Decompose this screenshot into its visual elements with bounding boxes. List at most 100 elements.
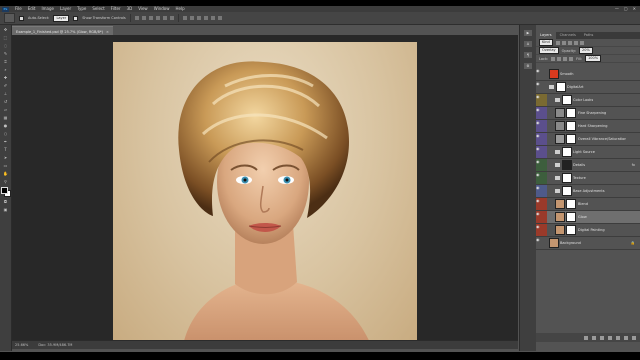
quick-select-tool-icon[interactable]: ✎: [3, 51, 9, 56]
distribute-top-icon[interactable]: [182, 16, 187, 20]
layer-mask-thumbnail[interactable]: [566, 134, 576, 144]
layer-thumbnail[interactable]: [562, 95, 572, 105]
tab-paths[interactable]: Paths: [580, 32, 598, 39]
layer-row[interactable]: ◉ Hard Sharpening: [536, 120, 640, 133]
visibility-eye-icon[interactable]: ◉: [536, 159, 540, 164]
layer-row[interactable]: ◉ Details fx: [536, 159, 640, 172]
lock-all-icon[interactable]: [569, 56, 574, 61]
layer-name[interactable]: Background: [560, 241, 581, 245]
hand-tool-icon[interactable]: ✋: [3, 171, 9, 176]
folder-icon[interactable]: [555, 189, 560, 193]
layer-name[interactable]: Blend: [578, 202, 588, 206]
screen-mode-icon[interactable]: ▣: [3, 207, 9, 212]
layer-row[interactable]: ◉ Color Looks: [536, 94, 640, 107]
visibility-eye-icon[interactable]: ◉: [536, 211, 540, 216]
fill-field[interactable]: 100%: [585, 55, 602, 62]
new-layer-icon[interactable]: [624, 335, 628, 340]
layer-thumbnail[interactable]: [549, 69, 559, 79]
layer-name[interactable]: Glow: [578, 215, 587, 219]
visibility-eye-icon[interactable]: ◉: [536, 224, 540, 229]
layer-name[interactable]: DigitalArt: [567, 85, 584, 89]
visibility-eye-icon[interactable]: ◉: [536, 133, 540, 138]
visibility-eye-icon[interactable]: ◉: [536, 81, 540, 86]
visibility-eye-icon[interactable]: ◉: [536, 107, 540, 112]
move-tool-preset-icon[interactable]: [4, 13, 15, 23]
lock-pixels-icon[interactable]: [557, 56, 562, 61]
dodge-tool-icon[interactable]: ○: [3, 131, 9, 136]
distribute-left-icon[interactable]: [203, 16, 208, 20]
visibility-eye-icon[interactable]: ◉: [536, 237, 540, 242]
lock-transparency-icon[interactable]: [551, 56, 556, 61]
gradient-tool-icon[interactable]: ▦: [3, 115, 9, 120]
layer-mask-thumbnail[interactable]: [566, 108, 576, 118]
layer-name[interactable]: Fine Sharpening: [578, 111, 606, 115]
layer-row[interactable]: ◉ Background 🔒: [536, 237, 640, 250]
layer-mask-thumbnail[interactable]: [566, 212, 576, 222]
layer-thumbnail[interactable]: [562, 147, 572, 157]
blend-mode-dropdown[interactable]: Overlay: [539, 47, 559, 54]
play-icon[interactable]: ▶: [524, 30, 532, 36]
auto-select-dropdown[interactable]: Layer: [53, 14, 70, 22]
close-tab-icon[interactable]: ×: [106, 30, 109, 34]
visibility-eye-icon[interactable]: ◉: [536, 94, 540, 99]
align-bottom-icon[interactable]: [148, 16, 153, 20]
visibility-eye-icon[interactable]: ◉: [536, 185, 540, 190]
properties-icon[interactable]: ⚙: [524, 63, 532, 69]
layer-mask-thumbnail[interactable]: [566, 121, 576, 131]
delete-layer-icon[interactable]: [632, 335, 636, 340]
layer-row[interactable]: ◉ Fine Sharpening: [536, 107, 640, 120]
align-top-icon[interactable]: [134, 16, 139, 20]
align-center-icon[interactable]: [162, 16, 167, 20]
layer-row[interactable]: ◉ Light Source: [536, 146, 640, 159]
path-select-tool-icon[interactable]: ➤: [3, 155, 9, 160]
filter-adjust-icon[interactable]: [561, 40, 566, 45]
brush-tool-icon[interactable]: ✐: [3, 83, 9, 88]
layer-thumbnail[interactable]: [555, 121, 565, 131]
layer-name[interactable]: Base Adjustments: [573, 189, 605, 193]
new-adjustment-icon[interactable]: [608, 335, 612, 340]
layer-mask-thumbnail[interactable]: [566, 225, 576, 235]
marquee-tool-icon[interactable]: ⬚: [3, 35, 9, 40]
layer-row[interactable]: ◉ Base Adjustments: [536, 185, 640, 198]
link-layers-icon[interactable]: [584, 335, 588, 340]
auto-select-checkbox[interactable]: [19, 15, 24, 21]
folder-icon[interactable]: [555, 98, 560, 102]
layer-thumbnail[interactable]: [555, 225, 565, 235]
move-tool-icon[interactable]: ✥: [3, 27, 9, 32]
layer-row[interactable]: ◉ Overall Vibrance/Saturation: [536, 133, 640, 146]
filter-shape-icon[interactable]: [573, 40, 578, 45]
clone-stamp-tool-icon[interactable]: ⊥: [3, 91, 9, 96]
filter-kind-dropdown[interactable]: Kind: [539, 39, 553, 46]
new-group-icon[interactable]: [616, 335, 620, 340]
layer-row[interactable]: ◉ Blend: [536, 198, 640, 211]
visibility-eye-icon[interactable]: ◉: [536, 68, 540, 73]
shape-tool-icon[interactable]: ▭: [3, 163, 9, 168]
layer-name[interactable]: Hard Sharpening: [578, 124, 608, 128]
filter-smart-icon[interactable]: [579, 40, 584, 45]
layer-row[interactable]: ◉ Digital Painting: [536, 224, 640, 237]
quick-mask-icon[interactable]: ◘: [3, 199, 9, 204]
distribute-bottom-icon[interactable]: [196, 16, 201, 20]
color-swatches[interactable]: [1, 187, 11, 197]
layer-thumbnail[interactable]: [562, 186, 572, 196]
align-middle-icon[interactable]: [141, 16, 146, 20]
canvas-area[interactable]: [12, 35, 518, 345]
layer-name[interactable]: Light Source: [573, 150, 595, 154]
visibility-eye-icon[interactable]: ◉: [536, 198, 540, 203]
folder-icon[interactable]: [555, 176, 560, 180]
layer-name[interactable]: Overall Vibrance/Saturation: [578, 137, 626, 141]
folder-icon[interactable]: [549, 85, 554, 89]
layer-row[interactable]: ◉ Texture: [536, 172, 640, 185]
layer-row[interactable]: ◉ DigitalArt: [536, 81, 640, 94]
visibility-eye-icon[interactable]: ◉: [536, 120, 540, 125]
align-right-icon[interactable]: [169, 16, 174, 20]
distribute-right-icon[interactable]: [217, 16, 222, 20]
character-icon[interactable]: A: [524, 41, 532, 47]
filter-type-icon[interactable]: [567, 40, 572, 45]
layer-name[interactable]: Color Looks: [573, 98, 593, 102]
layer-thumbnail[interactable]: [549, 238, 559, 248]
distribute-middle-icon[interactable]: [189, 16, 194, 20]
document-canvas[interactable]: [113, 42, 417, 345]
visibility-eye-icon[interactable]: ◉: [536, 146, 540, 151]
eraser-tool-icon[interactable]: ▱: [3, 107, 9, 112]
